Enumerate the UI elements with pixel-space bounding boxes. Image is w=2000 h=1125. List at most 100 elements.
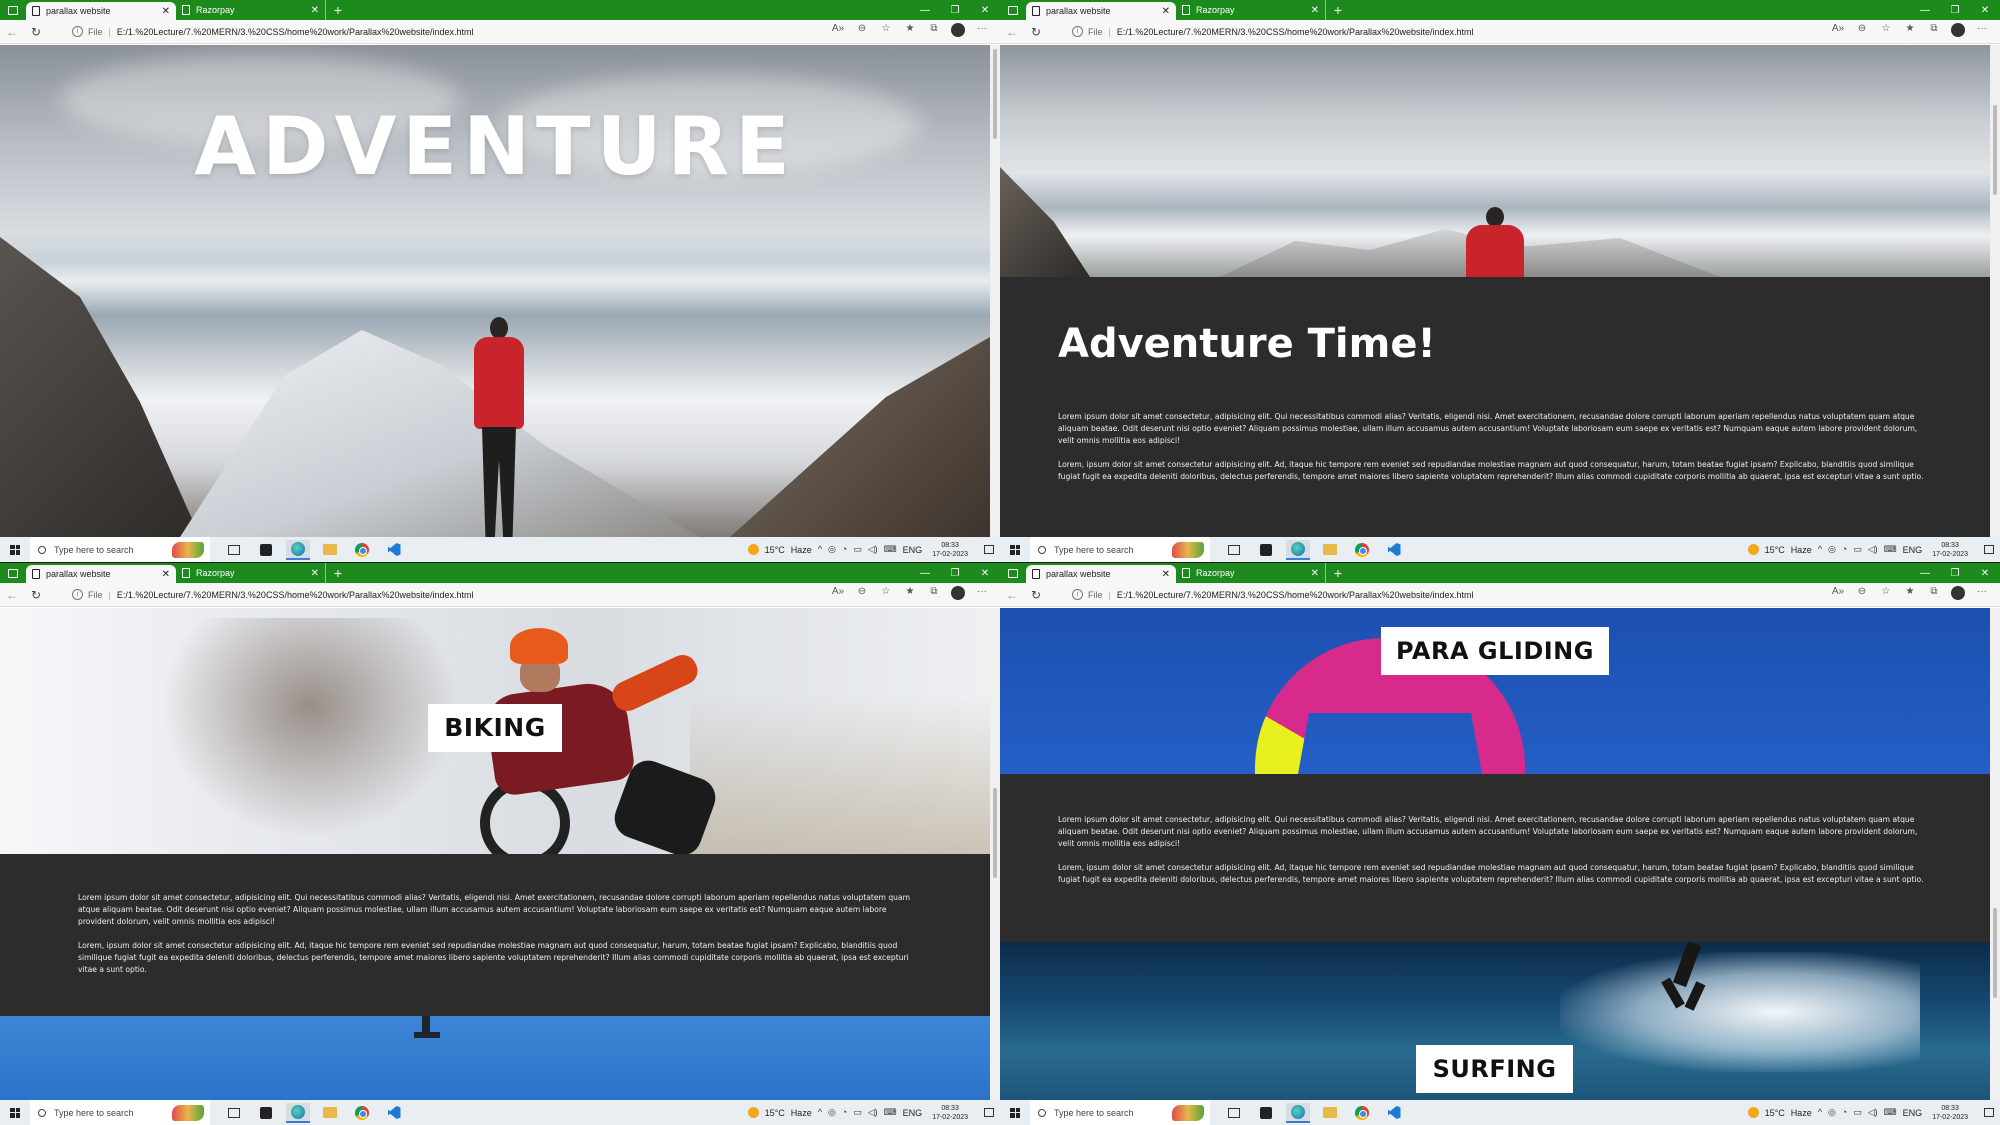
new-tab-button[interactable]: +	[326, 0, 350, 20]
zoom-icon[interactable]: ⊖	[850, 586, 874, 603]
scrollbar[interactable]	[990, 45, 1000, 537]
profile-avatar[interactable]	[946, 23, 970, 40]
close-tab-icon[interactable]: ✕	[162, 569, 170, 580]
reload-icon[interactable]: ↻	[24, 25, 48, 39]
tab-razorpay[interactable]: Razorpay ✕	[1176, 563, 1326, 583]
chevron-up-icon[interactable]: ^	[1818, 544, 1822, 555]
reload-icon[interactable]: ↻	[24, 588, 48, 602]
tab-razorpay[interactable]: Razorpay ✕	[176, 563, 326, 583]
store-icon[interactable]	[1254, 540, 1278, 560]
volume-icon[interactable]: ◁)	[868, 1107, 878, 1118]
chrome-icon[interactable]	[350, 1103, 374, 1123]
url-field[interactable]: E:/1.%20Lecture/7.%20MERN/3.%20CSS/home%…	[1117, 590, 1826, 600]
close-window-icon[interactable]: ✕	[970, 0, 1000, 20]
favorite-add-icon[interactable]: ☆	[874, 586, 898, 603]
taskbar-search[interactable]: Type here to search	[30, 537, 210, 562]
info-icon[interactable]: i	[72, 26, 83, 37]
read-aloud-icon[interactable]: A»	[826, 23, 850, 40]
zoom-icon[interactable]: ⊖	[850, 23, 874, 40]
restore-icon[interactable]: ❐	[1940, 563, 1970, 583]
notification-icon[interactable]	[984, 545, 994, 554]
read-aloud-icon[interactable]: A»	[826, 586, 850, 603]
tab-parallax-website[interactable]: parallax website ✕	[1026, 2, 1176, 20]
tab-parallax-website[interactable]: parallax website ✕	[26, 565, 176, 583]
scrollbar[interactable]	[1990, 45, 2000, 537]
window-menu-icon[interactable]	[0, 563, 26, 583]
tab-razorpay[interactable]: Razorpay ✕	[1176, 0, 1326, 20]
favorites-icon[interactable]: ★	[1898, 23, 1922, 40]
more-icon[interactable]: ···	[1970, 586, 1994, 603]
task-view-icon[interactable]	[1222, 1103, 1246, 1123]
keyboard-icon[interactable]: ⌨	[1884, 544, 1897, 555]
language-indicator[interactable]: ENG	[1903, 545, 1923, 555]
chevron-up-icon[interactable]: ^	[818, 544, 822, 555]
favorite-add-icon[interactable]: ☆	[1874, 23, 1898, 40]
task-view-icon[interactable]	[1222, 540, 1246, 560]
taskbar-search[interactable]: Type here to search	[1030, 537, 1210, 562]
favorite-add-icon[interactable]: ☆	[1874, 586, 1898, 603]
url-field[interactable]: E:/1.%20Lecture/7.%20MERN/3.%20CSS/home%…	[117, 590, 826, 600]
weather-icon[interactable]	[747, 1107, 759, 1118]
edge-icon[interactable]	[286, 1102, 310, 1123]
favorites-icon[interactable]: ★	[898, 586, 922, 603]
security-icon[interactable]: ◎	[828, 1107, 836, 1118]
clock[interactable]: 08:33 17-02-2023	[932, 1104, 968, 1122]
edge-icon[interactable]	[1286, 1102, 1310, 1123]
profile-avatar[interactable]	[1946, 586, 1970, 603]
window-menu-icon[interactable]	[1000, 563, 1026, 583]
back-icon[interactable]: ←	[1000, 25, 1024, 39]
language-indicator[interactable]: ENG	[903, 1108, 923, 1118]
reload-icon[interactable]: ↻	[1024, 588, 1048, 602]
tab-parallax-website[interactable]: parallax website ✕	[1026, 565, 1176, 583]
notification-icon[interactable]	[1984, 545, 1994, 554]
tab-razorpay[interactable]: Razorpay ✕	[176, 0, 326, 20]
volume-icon[interactable]: ◁)	[1868, 544, 1878, 555]
more-icon[interactable]: ···	[1970, 23, 1994, 40]
close-window-icon[interactable]: ✕	[1970, 563, 2000, 583]
collections-icon[interactable]: ⧉	[922, 23, 946, 40]
close-tab-icon[interactable]: ✕	[1311, 5, 1319, 16]
keyboard-icon[interactable]: ⌨	[884, 1107, 897, 1118]
close-tab-icon[interactable]: ✕	[1162, 6, 1170, 17]
new-tab-button[interactable]: +	[1326, 0, 1350, 20]
back-icon[interactable]: ←	[0, 25, 24, 39]
new-tab-button[interactable]: +	[326, 563, 350, 583]
info-icon[interactable]: i	[1072, 26, 1083, 37]
vscode-icon[interactable]	[382, 1103, 406, 1123]
chevron-up-icon[interactable]: ^	[1818, 1107, 1822, 1118]
minimize-icon[interactable]: —	[1910, 0, 1940, 20]
clock[interactable]: 08:33 17-02-2023	[1932, 541, 1968, 559]
file-explorer-icon[interactable]	[318, 1103, 342, 1123]
weather-icon[interactable]	[747, 544, 759, 555]
read-aloud-icon[interactable]: A»	[1826, 586, 1850, 603]
more-icon[interactable]: ···	[970, 23, 994, 40]
close-window-icon[interactable]: ✕	[970, 563, 1000, 583]
clock[interactable]: 08:33 17-02-2023	[932, 541, 968, 559]
window-menu-icon[interactable]	[1000, 0, 1026, 20]
restore-icon[interactable]: ❐	[940, 563, 970, 583]
network-icon[interactable]: ◔	[842, 544, 847, 555]
store-icon[interactable]	[1254, 1103, 1278, 1123]
taskbar-search[interactable]: Type here to search	[30, 1100, 210, 1125]
security-icon[interactable]: ◎	[828, 544, 836, 555]
edge-icon[interactable]	[286, 539, 310, 560]
chrome-icon[interactable]	[1350, 1103, 1374, 1123]
close-tab-icon[interactable]: ✕	[1162, 569, 1170, 580]
network-icon[interactable]: ◔	[842, 1107, 847, 1118]
start-button[interactable]	[0, 544, 30, 555]
close-tab-icon[interactable]: ✕	[311, 568, 319, 579]
back-icon[interactable]: ←	[0, 588, 24, 602]
vscode-icon[interactable]	[1382, 1103, 1406, 1123]
file-explorer-icon[interactable]	[1318, 1103, 1342, 1123]
reload-icon[interactable]: ↻	[1024, 25, 1048, 39]
tab-parallax-website[interactable]: parallax website ✕	[26, 2, 176, 20]
keyboard-icon[interactable]: ⌨	[1884, 1107, 1897, 1118]
language-indicator[interactable]: ENG	[1903, 1108, 1923, 1118]
close-window-icon[interactable]: ✕	[1970, 0, 2000, 20]
security-icon[interactable]: ◎	[1828, 1107, 1836, 1118]
zoom-icon[interactable]: ⊖	[1850, 23, 1874, 40]
window-menu-icon[interactable]	[0, 0, 26, 20]
info-icon[interactable]: i	[1072, 589, 1083, 600]
weather-icon[interactable]	[1747, 544, 1759, 555]
minimize-icon[interactable]: —	[910, 0, 940, 20]
